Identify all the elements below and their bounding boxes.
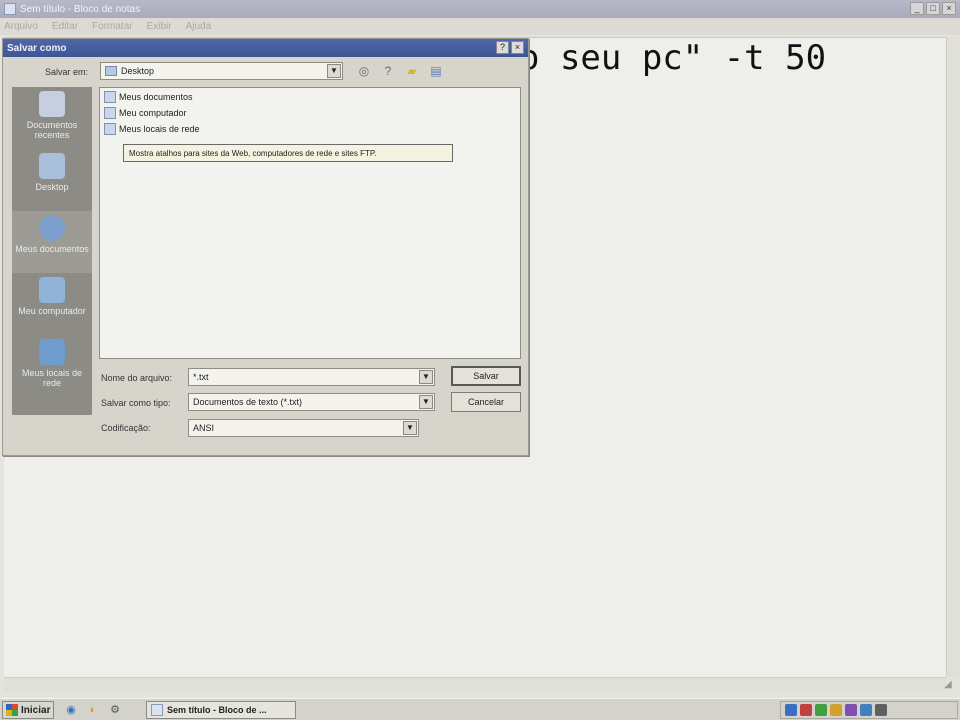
- look-in-dropdown[interactable]: Desktop ▼: [100, 62, 343, 80]
- save-button[interactable]: Salvar: [451, 366, 521, 386]
- place-meu-computador[interactable]: Meu computador: [12, 273, 92, 335]
- tray-antivirus-icon[interactable]: [800, 704, 812, 716]
- desktop-icon: [39, 153, 65, 179]
- chevron-down-icon[interactable]: ▼: [419, 370, 433, 384]
- notepad-icon: [4, 3, 16, 15]
- taskbar: Iniciar ◉ ◐ ⚙ Sem título - Bloco de ...: [0, 698, 960, 720]
- network-icon: [104, 123, 116, 135]
- horizontal-scrollbar[interactable]: [4, 677, 946, 691]
- taskbar-item-notepad[interactable]: Sem título - Bloco de ...: [146, 701, 296, 719]
- save-as-dialog: Salvar como ? × Salvar em: Desktop ▼ ◎ ?…: [2, 38, 529, 456]
- menu-exibir[interactable]: Exibir: [147, 21, 172, 32]
- windows-logo-icon: [6, 704, 18, 716]
- menu-editar[interactable]: Editar: [52, 21, 78, 32]
- maximize-icon[interactable]: □: [926, 2, 940, 15]
- filetype-label: Salvar como tipo:: [101, 398, 171, 408]
- dialog-toolbar: ◎ ? ▰ ▤: [355, 63, 445, 79]
- notepad-icon: [151, 704, 163, 716]
- place-desktop[interactable]: Desktop: [12, 149, 92, 211]
- desktop-icon: [105, 66, 117, 76]
- folder-icon: [104, 91, 116, 103]
- browser-icon[interactable]: ◉: [64, 703, 78, 717]
- start-button[interactable]: Iniciar: [2, 701, 54, 719]
- file-item-meus-locais-de-rede[interactable]: Meus locais de rede: [104, 123, 200, 135]
- dialog-close-icon[interactable]: ×: [511, 41, 524, 54]
- look-in-label: Salvar em:: [45, 67, 89, 77]
- menu-ajuda[interactable]: Ajuda: [186, 21, 212, 32]
- recent-documents-icon: [39, 91, 65, 117]
- menu-formatar[interactable]: Formatar: [92, 21, 133, 32]
- help-icon[interactable]: ?: [496, 41, 509, 54]
- network-places-icon: [39, 339, 65, 365]
- cancel-button[interactable]: Cancelar: [451, 392, 521, 412]
- place-documentos-recentes[interactable]: Documentos recentes: [12, 87, 92, 149]
- media-icon[interactable]: ◐: [86, 703, 100, 717]
- places-bar: Documentos recentes Desktop Meus documen…: [12, 87, 92, 415]
- system-tray: [780, 701, 958, 719]
- views-menu-icon[interactable]: ▤: [427, 63, 445, 79]
- resize-grip-icon[interactable]: ◢: [944, 679, 958, 693]
- encoding-dropdown[interactable]: ANSI ▼: [188, 419, 419, 437]
- tray-volume-icon[interactable]: [830, 704, 842, 716]
- menu-arquivo[interactable]: Arquivo: [4, 21, 38, 32]
- chevron-down-icon[interactable]: ▼: [419, 395, 433, 409]
- filename-label: Nome do arquivo:: [101, 373, 173, 383]
- tray-misc-icon[interactable]: [875, 704, 887, 716]
- filename-input[interactable]: *.txt ▼: [188, 368, 435, 386]
- tooltip: Mostra atalhos para sites da Web, comput…: [123, 144, 453, 162]
- file-item-meu-computador[interactable]: Meu computador: [104, 107, 187, 119]
- settings-icon[interactable]: ⚙: [108, 703, 122, 717]
- vertical-scrollbar[interactable]: [946, 37, 960, 677]
- back-icon[interactable]: ◎: [355, 63, 373, 79]
- notepad-title-bar[interactable]: Sem título - Bloco de notas _ □ ×: [0, 0, 960, 18]
- place-meus-locais-de-rede[interactable]: Meus locais de rede: [12, 335, 92, 397]
- file-list[interactable]: Meus documentos Meu computador Meus loca…: [99, 87, 521, 359]
- my-documents-icon: [39, 215, 65, 241]
- encoding-label: Codificação:: [101, 423, 151, 433]
- look-in-value: Desktop: [121, 66, 155, 76]
- tray-app-icon[interactable]: [815, 704, 827, 716]
- chevron-down-icon[interactable]: ▼: [403, 421, 417, 435]
- close-icon[interactable]: ×: [942, 2, 956, 15]
- place-meus-documentos[interactable]: Meus documentos: [12, 211, 92, 273]
- notepad-text: o seu pc" -t 50: [519, 38, 827, 78]
- computer-icon: [104, 107, 116, 119]
- up-folder-icon[interactable]: ?: [379, 63, 397, 79]
- notepad-title: Sem título - Bloco de notas: [20, 3, 141, 15]
- minimize-icon[interactable]: _: [910, 2, 924, 15]
- file-item-meus-documentos[interactable]: Meus documentos: [104, 91, 193, 103]
- notepad-menu-bar: Arquivo Editar Formatar Exibir Ajuda: [0, 18, 960, 35]
- my-computer-icon: [39, 277, 65, 303]
- tray-update-icon[interactable]: [860, 704, 872, 716]
- chevron-down-icon[interactable]: ▼: [327, 64, 341, 78]
- new-folder-icon[interactable]: ▰: [403, 63, 421, 79]
- tray-network-icon[interactable]: [785, 704, 797, 716]
- filetype-dropdown[interactable]: Documentos de texto (*.txt) ▼: [188, 393, 435, 411]
- dialog-title: Salvar como: [7, 42, 67, 54]
- tray-media-icon[interactable]: [845, 704, 857, 716]
- dialog-title-bar[interactable]: Salvar como ? ×: [3, 39, 528, 57]
